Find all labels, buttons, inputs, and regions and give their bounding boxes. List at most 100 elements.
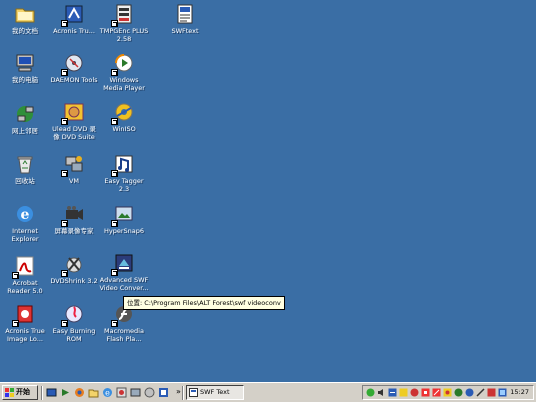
desktop-icon-network-places[interactable]: 网上邻居 xyxy=(0,103,50,135)
tray-app-icon[interactable] xyxy=(421,388,430,397)
start-button[interactable]: 开始 xyxy=(2,385,38,400)
taskbar-button-swf-text[interactable]: SWF Text xyxy=(186,385,244,400)
ulead-dvd-icon xyxy=(61,101,85,125)
desktop-icon-dvdshrink[interactable]: DVDShrink 3.2 xyxy=(49,253,99,285)
desktop-icon-label: Easy Tagger 2.3 xyxy=(104,177,144,193)
swftext-icon xyxy=(174,3,196,25)
quicklaunch-firefox-icon[interactable] xyxy=(74,387,85,398)
shortcut-arrow-icon xyxy=(111,20,118,27)
taskbar-separator xyxy=(41,386,43,400)
tray-app-icon[interactable] xyxy=(465,388,474,397)
quicklaunch-folder-icon[interactable] xyxy=(88,387,99,398)
tray-antivirus-icon[interactable] xyxy=(388,388,397,397)
desktop-icon-recycle-bin[interactable]: 回收站 xyxy=(0,153,50,185)
desktop-icon-label: Advanced SWF Video Conver... xyxy=(99,276,149,292)
shortcut-location-tooltip: 位置: C:\Program Files\ALT Forest\swf vide… xyxy=(123,296,285,310)
desktop-icon-label: Macromedia Flash Pla... xyxy=(104,327,144,343)
tray-app-icon[interactable] xyxy=(498,388,507,397)
quicklaunch-ie-icon[interactable]: e xyxy=(102,387,113,398)
desktop-icon-acrobat-reader[interactable]: Acrobat Reader 5.0 xyxy=(0,255,50,295)
desktop-icon-label: Ulead DVD 录像 DVD Suite xyxy=(52,125,96,141)
easy-burning-icon xyxy=(61,303,85,327)
tray-app-icon[interactable] xyxy=(476,388,485,397)
desktop-icon-screen-recorder[interactable]: 屏幕录像专家 xyxy=(49,203,99,235)
internet-explorer-icon: e xyxy=(14,203,36,225)
desktop-icon-daemon-tools[interactable]: DAEMON Tools xyxy=(49,52,99,84)
quicklaunch-app-icon[interactable] xyxy=(116,387,127,398)
svg-text:e: e xyxy=(21,207,30,223)
desktop-icon-acronis-true[interactable]: Acronis Tru... xyxy=(49,3,99,35)
desktop-icon-label: SWFtext xyxy=(171,27,199,35)
desktop-icon-label: Internet Explorer xyxy=(11,227,39,243)
shortcut-arrow-icon xyxy=(111,118,118,125)
desktop-icon-winiso[interactable]: WinISO xyxy=(99,101,149,133)
desktop-icon-swftext[interactable]: SWFtext xyxy=(160,3,210,35)
acronis-icon xyxy=(61,3,85,27)
video-camera-icon xyxy=(61,203,85,227)
desktop-icon-label: VM xyxy=(68,177,80,185)
shortcut-arrow-icon xyxy=(61,320,68,327)
network-icon xyxy=(14,103,36,125)
computer-icon xyxy=(14,52,36,74)
taskbar-button-label: SWF Text xyxy=(200,388,230,396)
tray-app-icon[interactable] xyxy=(454,388,463,397)
shortcut-arrow-icon xyxy=(12,320,19,327)
desktop-icon-my-computer[interactable]: 我的电脑 xyxy=(0,52,50,84)
quicklaunch-overflow-button[interactable]: » xyxy=(176,386,181,398)
desktop-icon-hypersnap[interactable]: HyperSnap6 xyxy=(99,203,149,235)
desktop-icon-label: Acrobat Reader 5.0 xyxy=(7,279,43,295)
shortcut-arrow-icon xyxy=(61,270,68,277)
media-player-icon xyxy=(111,52,135,76)
tray-app-icon[interactable] xyxy=(399,388,408,397)
taskbar-separator xyxy=(182,386,184,400)
windows-flag-icon xyxy=(5,388,14,397)
shortcut-arrow-icon xyxy=(111,220,118,227)
desktop-icon-label: WinISO xyxy=(112,125,136,133)
shortcut-arrow-icon xyxy=(61,20,68,27)
shortcut-arrow-icon xyxy=(61,118,68,125)
shortcut-arrow-icon xyxy=(12,272,19,279)
desktop-icon-acronis-true-image-local[interactable]: Acronis True Image Lo... xyxy=(0,303,50,343)
clock[interactable]: 15:27 xyxy=(510,386,529,399)
recycle-bin-icon xyxy=(14,153,36,175)
desktop-icon-tmpgenc[interactable]: TMPGEnc PLUS 2.58 xyxy=(99,3,149,43)
quicklaunch-app-icon[interactable] xyxy=(158,387,169,398)
tray-speaker-icon[interactable] xyxy=(377,388,386,397)
shortcut-arrow-icon xyxy=(111,69,118,76)
desktop-icon-internet-explorer[interactable]: e Internet Explorer xyxy=(0,203,50,243)
quicklaunch-media-icon[interactable] xyxy=(60,387,71,398)
tray-app-icon[interactable] xyxy=(487,388,496,397)
quicklaunch-app-icon[interactable] xyxy=(144,387,155,398)
desktop-icon-label: HyperSnap6 xyxy=(103,227,145,235)
shortcut-arrow-icon xyxy=(61,220,68,227)
quicklaunch-app-icon[interactable] xyxy=(130,387,141,398)
swf-converter-icon xyxy=(111,252,135,276)
desktop-icon-vm[interactable]: VM xyxy=(49,153,99,185)
easy-tagger-icon xyxy=(111,153,135,177)
shortcut-arrow-icon xyxy=(111,269,118,276)
swftext-icon xyxy=(189,388,198,397)
tray-green-icon[interactable] xyxy=(366,388,375,397)
desktop-icon-ulead-dvd[interactable]: Ulead DVD 录像 DVD Suite xyxy=(49,101,99,141)
system-tray: 15:27 xyxy=(362,385,534,400)
desktop-icon-label: 网上邻居 xyxy=(12,127,38,135)
dvdshrink-icon xyxy=(61,253,85,277)
desktop-icon-advanced-swf-video-converter[interactable]: Advanced SWF Video Conver... xyxy=(99,252,149,292)
desktop-icon-label: TMPGEnc PLUS 2.58 xyxy=(99,27,149,43)
desktop-icon-label: DAEMON Tools xyxy=(50,76,98,84)
tray-app-icon[interactable] xyxy=(443,388,452,397)
desktop-icon-label: Acronis Tru... xyxy=(53,27,95,35)
desktop-icon-my-documents[interactable]: 我的文档 xyxy=(0,3,50,35)
hypersnap-icon xyxy=(111,203,135,227)
shortcut-arrow-icon xyxy=(61,170,68,177)
tray-app-icon[interactable] xyxy=(432,388,441,397)
desktop-icon-easy-tagger[interactable]: Easy Tagger 2.3 xyxy=(99,153,149,193)
desktop-icon-easy-burning[interactable]: Easy Burning ROM xyxy=(49,303,99,343)
acrobat-icon xyxy=(12,255,36,279)
quicklaunch-show-desktop-icon[interactable] xyxy=(46,387,57,398)
tray-app-icon[interactable] xyxy=(410,388,419,397)
svg-text:e: e xyxy=(105,389,110,398)
tmpgenc-icon xyxy=(111,3,135,27)
desktop-icon-windows-media-player[interactable]: Windows Media Player xyxy=(99,52,149,92)
desktop-icon-label: Easy Burning ROM xyxy=(52,327,96,343)
